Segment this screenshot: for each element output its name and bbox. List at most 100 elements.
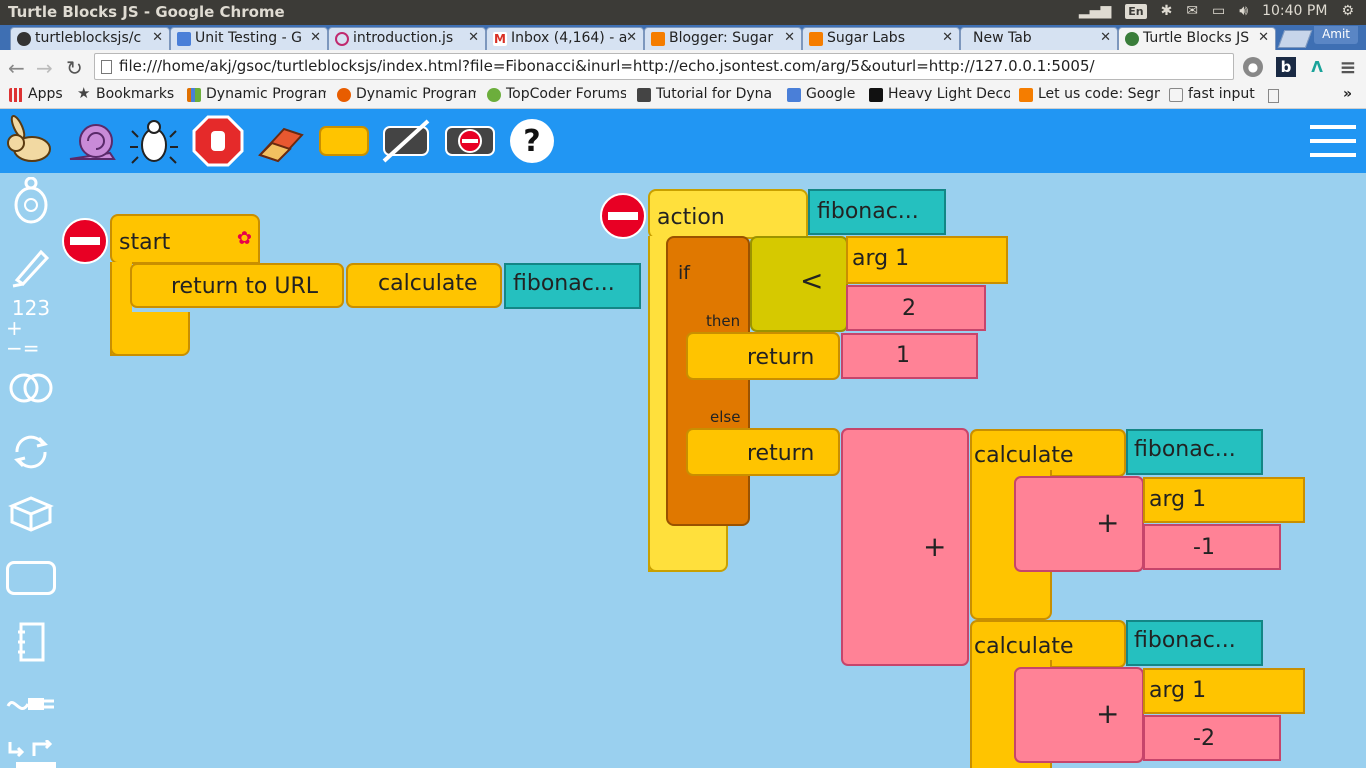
close-icon[interactable]: ✕ — [468, 30, 479, 45]
tab-introduction[interactable]: introduction.js ✕ — [328, 27, 486, 50]
clock[interactable]: 10:40 PM — [1262, 3, 1327, 19]
arg1-block-n2[interactable]: arg 1 — [1143, 668, 1305, 714]
number-2-block[interactable]: 2 — [846, 285, 986, 331]
palette-extras-icon[interactable] — [6, 733, 56, 768]
bluetooth-icon[interactable]: ✱ — [1161, 3, 1173, 19]
palette-sensors-icon[interactable] — [6, 679, 56, 729]
notebook-icon — [18, 622, 45, 662]
delete-block-icon[interactable] — [444, 115, 496, 167]
return-block-then[interactable]: return — [686, 332, 840, 380]
tab-turtleblocksjs[interactable]: turtleblocksjs/c ✕ — [10, 27, 170, 50]
back-icon[interactable]: ← — [8, 56, 25, 80]
bookmark-dynamic-programming-1[interactable]: Dynamic Program — [186, 86, 326, 102]
less-than-block[interactable]: < — [750, 236, 848, 332]
calculate-block[interactable]: calculate — [346, 263, 502, 308]
bookmark-dynamic-programming-2[interactable]: Dynamic Program — [336, 86, 476, 102]
close-icon[interactable]: ✕ — [1100, 30, 1111, 45]
run-fast-rabbit-icon[interactable] — [4, 115, 56, 167]
clear-eraser-icon[interactable] — [254, 115, 306, 167]
star-icon: ★ — [77, 86, 91, 102]
tab-sugar-labs[interactable]: Sugar Labs ✕ — [802, 27, 960, 50]
remove-block-icon — [445, 126, 495, 156]
menu-icon[interactable]: ≡ — [1338, 57, 1358, 77]
bookmark-blank[interactable] — [1268, 86, 1279, 107]
close-icon[interactable]: ✕ — [1258, 30, 1269, 45]
new-tab-button[interactable] — [1277, 30, 1313, 48]
tab-blogger[interactable]: Blogger: Sugar ✕ — [644, 27, 802, 50]
volume-icon[interactable]: 🔊︎ — [1239, 3, 1248, 19]
plus-block-n1[interactable]: + — [1014, 476, 1144, 572]
arg1-block[interactable]: arg 1 — [846, 236, 1008, 284]
number-minus1-block[interactable]: -1 — [1143, 524, 1281, 570]
plus-block[interactable]: + — [841, 428, 969, 666]
number-minus2-block[interactable]: -2 — [1143, 715, 1281, 761]
if-else-block[interactable]: if then else — [666, 236, 750, 526]
return-to-url-block[interactable]: return to URL — [130, 263, 344, 308]
fibonacci-name-block[interactable]: fibonac... — [504, 263, 641, 309]
power-icon[interactable]: ⚙ — [1341, 3, 1354, 19]
fibonacci-name-label: fibonac... — [1134, 437, 1236, 462]
palette-turtle-icon[interactable] — [6, 177, 56, 227]
b-extension-icon[interactable]: b — [1276, 57, 1296, 77]
hide-blocks-icon[interactable] — [380, 115, 432, 167]
close-icon[interactable]: ✕ — [310, 30, 321, 45]
bookmark-google[interactable]: Google — [786, 86, 855, 102]
address-bar[interactable]: file:///home/akj/gsoc/turtleblocksjs/ind… — [94, 53, 1234, 80]
help-icon[interactable]: ? — [506, 115, 558, 167]
number-1-block[interactable]: 1 — [841, 333, 978, 379]
bookmark-fast-input[interactable]: fast input — [1168, 86, 1255, 102]
debug-bug-icon[interactable] — [128, 115, 180, 167]
bookmark-segment[interactable]: Let us code: Segm — [1018, 86, 1160, 102]
user-profile-button[interactable]: Amit — [1314, 26, 1358, 44]
palette-number-icon[interactable]: 123 +−= — [6, 298, 56, 358]
signal-icon[interactable]: ▂▄▆ — [1079, 3, 1111, 19]
tab-turtle-blocks[interactable]: Turtle Blocks JS ✕ — [1118, 27, 1276, 50]
battery-icon[interactable]: ▭ — [1212, 3, 1225, 19]
palette-action-icon[interactable] — [6, 553, 56, 603]
lambda-extension-icon[interactable]: Λ — [1307, 57, 1327, 77]
flow-arrows-icon — [14, 435, 48, 469]
mail-icon[interactable]: ✉ — [1186, 3, 1198, 19]
close-icon[interactable]: ✕ — [942, 30, 953, 45]
action-block[interactable]: action — [648, 189, 808, 239]
bookmark-bookmarks[interactable]: ★ Bookmarks — [76, 86, 174, 102]
keyboard-layout[interactable]: En — [1125, 3, 1147, 19]
number-minus1-label: -1 — [1193, 535, 1215, 560]
tab-new-tab[interactable]: New Tab ✕ — [960, 27, 1118, 50]
apps-grid-icon — [9, 88, 23, 102]
close-icon[interactable]: ✕ — [784, 30, 795, 45]
close-icon[interactable]: ✕ — [152, 30, 163, 45]
start-block[interactable]: start ✿ — [110, 214, 260, 264]
reload-icon[interactable]: ↻ — [66, 56, 83, 80]
less-than-label: < — [800, 264, 824, 297]
palette-boolean-icon[interactable] — [6, 363, 56, 413]
tab-inbox[interactable]: M Inbox (4,164) - a ✕ — [486, 27, 644, 50]
stop-hand-icon[interactable] — [192, 115, 244, 167]
palette-boxes-icon[interactable] — [6, 489, 56, 539]
close-icon[interactable]: ✕ — [626, 30, 637, 45]
stop-stack-button[interactable] — [62, 218, 108, 264]
bookmark-apps[interactable]: Apps — [8, 86, 63, 102]
palette-media-icon[interactable] — [6, 617, 56, 667]
plus-label: + — [923, 530, 947, 563]
run-slow-snail-icon[interactable] — [66, 115, 118, 167]
bookmark-heavy-light[interactable]: Heavy Light Deco — [868, 86, 1010, 102]
plus-block-n2[interactable]: + — [1014, 667, 1144, 763]
collapse-blocks-icon[interactable] — [318, 115, 370, 167]
bookmark-topcoder[interactable]: TopCoder Forums — [486, 86, 626, 102]
action-name-block[interactable]: fibonac... — [808, 189, 946, 235]
arg1-block-n1[interactable]: arg 1 — [1143, 477, 1305, 523]
fibonacci-name-block-n1[interactable]: fibonac... — [1126, 429, 1263, 475]
bookmark-tutorial[interactable]: Tutorial for Dyna — [636, 86, 776, 102]
forward-icon[interactable]: → — [36, 56, 53, 80]
fibonacci-name-block-n2[interactable]: fibonac... — [1126, 620, 1263, 666]
hamburger-menu-icon[interactable] — [1306, 115, 1358, 167]
return-block-else[interactable]: return — [686, 428, 840, 476]
bookmarks-overflow-icon[interactable]: » — [1343, 86, 1352, 102]
palette-pen-icon[interactable] — [6, 241, 56, 291]
tab-unit-testing[interactable]: Unit Testing - G ✕ — [170, 27, 328, 50]
extension-icon[interactable]: ● — [1243, 57, 1263, 77]
palette-flow-icon[interactable] — [6, 427, 56, 477]
docs-icon — [177, 32, 191, 46]
stop-action-button[interactable] — [600, 193, 646, 239]
